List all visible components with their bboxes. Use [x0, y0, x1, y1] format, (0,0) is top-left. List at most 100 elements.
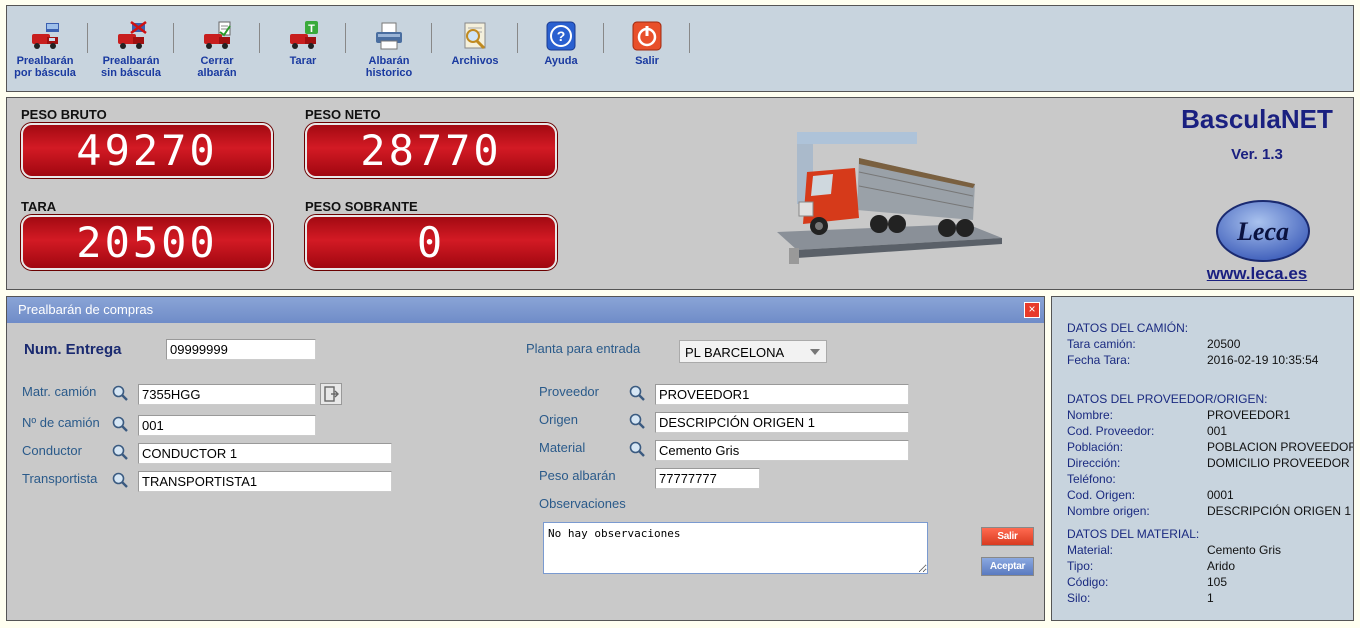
silo-value: 1: [1207, 591, 1214, 605]
nombre-label: Nombre:: [1067, 408, 1114, 422]
info-panel: DATOS DEL CAMIÓN: Tara camión: 20500 Fec…: [1051, 296, 1354, 621]
cod-origen-label: Cod. Origen:: [1067, 488, 1136, 502]
tipo-value: Arido: [1207, 559, 1236, 573]
form-header: Prealbarán de compras ×: [7, 297, 1044, 323]
telefono-label: Teléfono:: [1067, 472, 1116, 486]
close-button[interactable]: ×: [1024, 302, 1040, 318]
nombre-origen-value: DESCRIPCIÓN ORIGEN 1: [1207, 504, 1352, 518]
planta-select[interactable]: PL BARCELONA: [679, 340, 827, 363]
prealbaran-bascula-button[interactable]: Prealbarán por báscula: [5, 20, 85, 79]
conductor-label: Conductor: [22, 443, 82, 458]
salir-button[interactable]: Salir: [981, 527, 1034, 546]
peso-albaran-input[interactable]: [655, 468, 760, 489]
proveedor-input[interactable]: [655, 384, 909, 405]
prealbaran-bascula-label-1: Prealbarán: [16, 55, 74, 67]
toolbar-separator: [689, 23, 690, 53]
num-camion-input[interactable]: [138, 415, 316, 436]
peso-albaran-label: Peso albarán: [539, 468, 616, 483]
toolbar-separator: [517, 23, 518, 53]
power-icon: [631, 20, 663, 52]
codigo-value: 105: [1207, 575, 1228, 589]
peso-sobrante-display: 0: [305, 215, 557, 270]
peso-sobrante-label: PESO SOBRANTE: [305, 199, 418, 214]
origen-search-icon[interactable]: [628, 412, 646, 430]
prealbaran-bascula-label-2: por báscula: [14, 67, 76, 79]
proveedor-search-icon[interactable]: [628, 384, 646, 402]
archivos-button[interactable]: Archivos: [435, 20, 515, 67]
cerrar-albaran-button[interactable]: Cerrar albarán: [177, 20, 257, 79]
albaran-historico-label-2: historico: [365, 67, 413, 79]
conductor-input[interactable]: [138, 443, 392, 464]
conductor-search-icon[interactable]: [111, 443, 129, 461]
toolbar-separator: [603, 23, 604, 53]
ayuda-label: Ayuda: [544, 55, 578, 67]
form-title: Prealbarán de compras: [18, 302, 154, 317]
svg-text:T: T: [308, 23, 315, 35]
planta-selected-value: PL BARCELONA: [685, 345, 785, 360]
proveedor-section-header: DATOS DEL PROVEEDOR/ORIGEN:: [1067, 392, 1268, 406]
observaciones-label: Observaciones: [539, 496, 626, 511]
num-entrega-input[interactable]: [166, 339, 316, 360]
ayuda-button[interactable]: ? Ayuda: [521, 20, 601, 67]
leca-website-link[interactable]: www.leca.es: [1157, 264, 1357, 284]
prealbaran-sin-bascula-button[interactable]: Prealbarán sin báscula: [91, 20, 171, 79]
material-input[interactable]: [655, 440, 909, 461]
transportista-label: Transportista: [22, 471, 98, 486]
observaciones-textarea[interactable]: No hay observaciones: [543, 522, 928, 574]
chevron-down-icon: [810, 349, 820, 355]
matricula-search-icon[interactable]: [111, 384, 129, 402]
direccion-label: Dirección:: [1067, 456, 1121, 470]
prealbaran-sin-bascula-label-2: sin báscula: [101, 67, 161, 79]
silo-label: Silo:: [1067, 591, 1091, 605]
transportista-search-icon[interactable]: [111, 471, 129, 489]
prealbaran-sin-bascula-label-1: Prealbarán: [102, 55, 160, 67]
truck-document-icon: [201, 20, 233, 52]
aceptar-button[interactable]: Aceptar: [981, 557, 1034, 576]
num-camion-label: Nº de camión: [22, 415, 100, 430]
matricula-input[interactable]: [138, 384, 316, 405]
tara-camion-value: 20500: [1207, 337, 1241, 351]
poblacion-value: POBLACION PROVEEDOR: [1207, 440, 1354, 454]
material-section-header: DATOS DEL MATERIAL:: [1067, 527, 1200, 541]
cerrar-albaran-label-2: albarán: [197, 67, 237, 79]
add-truck-button[interactable]: [320, 383, 342, 405]
toolbar-separator: [259, 23, 260, 53]
truck-no-scale-icon: [115, 20, 147, 52]
camion-section-header: DATOS DEL CAMIÓN:: [1067, 321, 1189, 335]
peso-bruto-label: PESO BRUTO: [21, 107, 107, 122]
cerrar-albaran-label-1: Cerrar: [200, 55, 234, 67]
material-info-label: Material:: [1067, 543, 1114, 557]
nombre-origen-label: Nombre origen:: [1067, 504, 1150, 518]
prealbaran-form-panel: Prealbarán de compras × Num. Entrega Mat…: [6, 296, 1045, 621]
app-version: Ver. 1.3: [1231, 146, 1283, 163]
printer-icon: [373, 20, 405, 52]
poblacion-label: Población:: [1067, 440, 1124, 454]
toolbar-separator: [431, 23, 432, 53]
material-search-icon[interactable]: [628, 440, 646, 458]
material-info-value: Cemento Gris: [1207, 543, 1282, 557]
direccion-value: DOMICILIO PROVEEDOR: [1207, 456, 1350, 470]
truck-scale-icon: [29, 20, 61, 52]
tarar-button[interactable]: T Tarar: [263, 20, 343, 67]
exit-door-icon: [324, 386, 339, 402]
num-camion-search-icon[interactable]: [111, 415, 129, 433]
archivos-label: Archivos: [451, 55, 499, 67]
tara-display: 20500: [21, 215, 273, 270]
tipo-label: Tipo:: [1067, 559, 1094, 573]
svg-text:Leca: Leca: [1236, 217, 1289, 246]
albaran-historico-button[interactable]: Albarán historico: [349, 20, 429, 79]
num-entrega-label: Num. Entrega: [24, 341, 122, 358]
salir-toolbar-button[interactable]: Salir: [607, 20, 687, 67]
fecha-tara-label: Fecha Tara:: [1067, 353, 1131, 367]
tarar-label: Tarar: [289, 55, 317, 67]
cod-origen-value: 0001: [1207, 488, 1234, 502]
peso-neto-label: PESO NETO: [305, 107, 381, 122]
proveedor-label: Proveedor: [539, 384, 599, 399]
tara-camion-label: Tara camión:: [1067, 337, 1136, 351]
truck-on-scale-image: [777, 132, 1002, 264]
leca-logo-icon: Leca: [1216, 200, 1310, 262]
transportista-input[interactable]: [138, 471, 392, 492]
truck-tare-icon: T: [287, 20, 319, 52]
origen-input[interactable]: [655, 412, 909, 433]
origen-label: Origen: [539, 412, 579, 427]
